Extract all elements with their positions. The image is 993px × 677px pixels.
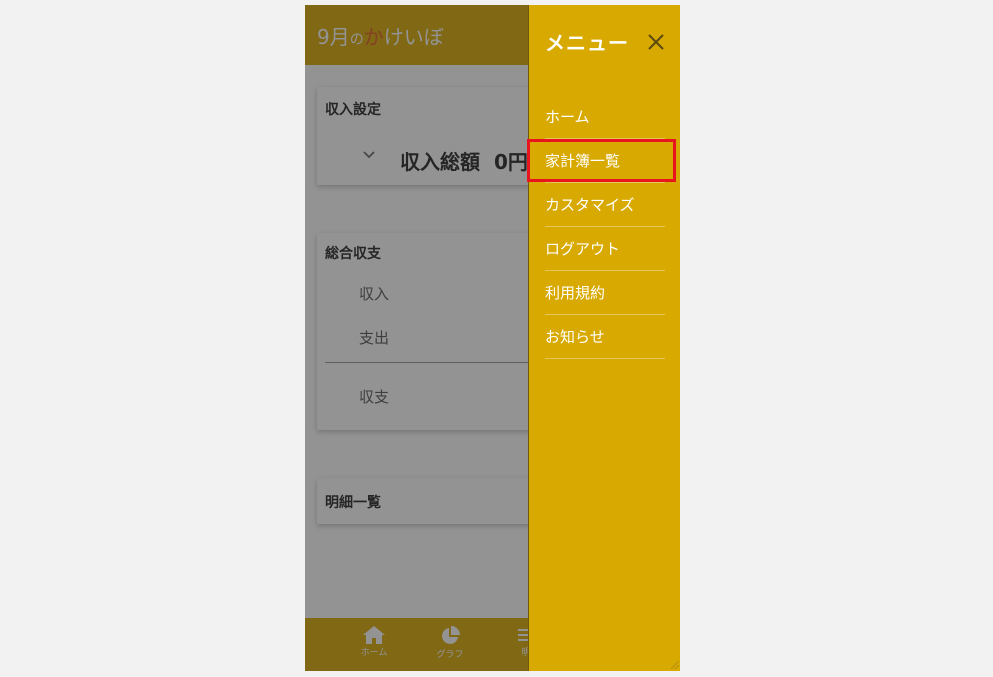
drawer-menu: ホーム 家計簿一覧 カスタマイズ ログアウト 利用規約 お知らせ xyxy=(527,95,676,359)
menu-item-household-list-label: 家計簿一覧 xyxy=(545,152,621,170)
close-icon[interactable] xyxy=(647,33,665,51)
side-menu-drawer: メニュー ホーム 家計簿一覧 カスタマイズ ログアウト 利用規約 お知らせ xyxy=(527,5,680,671)
menu-item-notices[interactable]: お知らせ xyxy=(545,315,665,359)
menu-item-terms[interactable]: 利用規約 xyxy=(545,271,665,315)
menu-item-customize[interactable]: カスタマイズ xyxy=(545,183,665,227)
menu-item-home[interactable]: ホーム xyxy=(545,95,665,139)
app-screen: 9月のかけいぼ 収入設定 収入総額 0円 総合収支 収入 支出 収支 明細一覧 xyxy=(305,5,680,671)
drawer-title: メニュー xyxy=(545,31,629,55)
resize-grip-icon xyxy=(671,661,679,669)
menu-item-logout[interactable]: ログアウト xyxy=(545,227,665,271)
menu-item-household-list[interactable]: 家計簿一覧 xyxy=(527,139,676,183)
